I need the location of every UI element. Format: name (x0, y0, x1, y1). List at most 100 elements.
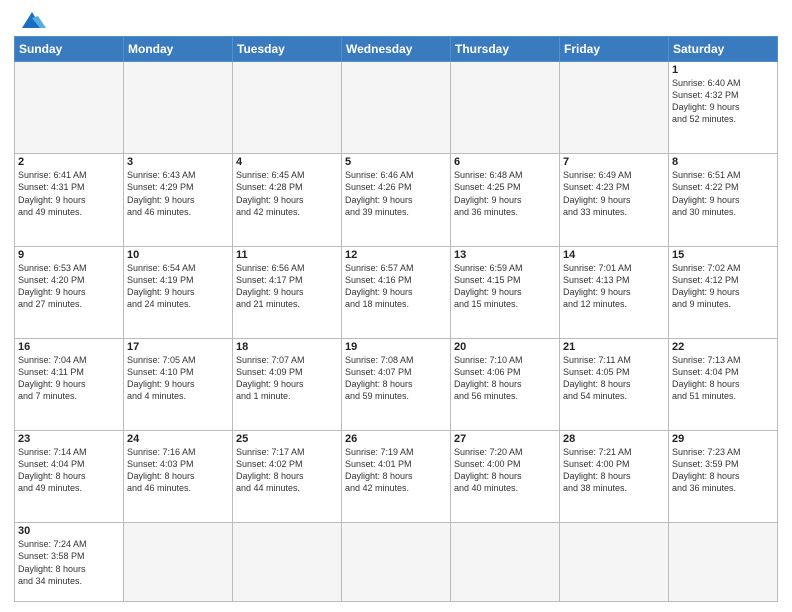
day-number: 14 (563, 249, 665, 261)
day-number: 7 (563, 156, 665, 168)
day-info: Sunrise: 7:05 AM Sunset: 4:10 PM Dayligh… (127, 354, 229, 403)
day-number: 25 (236, 433, 338, 445)
day-number: 15 (672, 249, 774, 261)
day-info: Sunrise: 6:49 AM Sunset: 4:23 PM Dayligh… (563, 169, 665, 218)
day-cell: 24Sunrise: 7:16 AM Sunset: 4:03 PM Dayli… (124, 431, 233, 523)
day-cell: 21Sunrise: 7:11 AM Sunset: 4:05 PM Dayli… (560, 338, 669, 430)
day-info: Sunrise: 6:41 AM Sunset: 4:31 PM Dayligh… (18, 169, 120, 218)
day-cell (669, 523, 778, 602)
day-number: 8 (672, 156, 774, 168)
day-number: 9 (18, 249, 120, 261)
day-info: Sunrise: 7:16 AM Sunset: 4:03 PM Dayligh… (127, 446, 229, 495)
day-number: 2 (18, 156, 120, 168)
day-cell: 1Sunrise: 6:40 AM Sunset: 4:32 PM Daylig… (669, 62, 778, 154)
day-cell: 6Sunrise: 6:48 AM Sunset: 4:25 PM Daylig… (451, 154, 560, 246)
day-info: Sunrise: 7:11 AM Sunset: 4:05 PM Dayligh… (563, 354, 665, 403)
day-info: Sunrise: 6:43 AM Sunset: 4:29 PM Dayligh… (127, 169, 229, 218)
day-number: 13 (454, 249, 556, 261)
day-info: Sunrise: 6:56 AM Sunset: 4:17 PM Dayligh… (236, 262, 338, 311)
day-info: Sunrise: 6:46 AM Sunset: 4:26 PM Dayligh… (345, 169, 447, 218)
day-number: 5 (345, 156, 447, 168)
day-number: 24 (127, 433, 229, 445)
day-number: 17 (127, 341, 229, 353)
day-info: Sunrise: 7:17 AM Sunset: 4:02 PM Dayligh… (236, 446, 338, 495)
day-cell: 29Sunrise: 7:23 AM Sunset: 3:59 PM Dayli… (669, 431, 778, 523)
day-number: 30 (18, 525, 120, 537)
day-number: 27 (454, 433, 556, 445)
day-cell: 10Sunrise: 6:54 AM Sunset: 4:19 PM Dayli… (124, 246, 233, 338)
day-cell (560, 62, 669, 154)
day-number: 4 (236, 156, 338, 168)
day-cell: 5Sunrise: 6:46 AM Sunset: 4:26 PM Daylig… (342, 154, 451, 246)
day-number: 28 (563, 433, 665, 445)
day-cell (342, 523, 451, 602)
day-number: 20 (454, 341, 556, 353)
day-cell: 15Sunrise: 7:02 AM Sunset: 4:12 PM Dayli… (669, 246, 778, 338)
day-cell: 28Sunrise: 7:21 AM Sunset: 4:00 PM Dayli… (560, 431, 669, 523)
day-info: Sunrise: 6:59 AM Sunset: 4:15 PM Dayligh… (454, 262, 556, 311)
day-number: 26 (345, 433, 447, 445)
week-row-1: 1Sunrise: 6:40 AM Sunset: 4:32 PM Daylig… (15, 62, 778, 154)
day-info: Sunrise: 6:48 AM Sunset: 4:25 PM Dayligh… (454, 169, 556, 218)
day-number: 21 (563, 341, 665, 353)
weekday-header-tuesday: Tuesday (233, 37, 342, 62)
day-cell: 23Sunrise: 7:14 AM Sunset: 4:04 PM Dayli… (15, 431, 124, 523)
day-cell: 19Sunrise: 7:08 AM Sunset: 4:07 PM Dayli… (342, 338, 451, 430)
weekday-header-row: SundayMondayTuesdayWednesdayThursdayFrid… (15, 37, 778, 62)
day-cell: 17Sunrise: 7:05 AM Sunset: 4:10 PM Dayli… (124, 338, 233, 430)
weekday-header-sunday: Sunday (15, 37, 124, 62)
day-cell: 2Sunrise: 6:41 AM Sunset: 4:31 PM Daylig… (15, 154, 124, 246)
day-cell (233, 62, 342, 154)
day-cell: 11Sunrise: 6:56 AM Sunset: 4:17 PM Dayli… (233, 246, 342, 338)
day-info: Sunrise: 6:57 AM Sunset: 4:16 PM Dayligh… (345, 262, 447, 311)
day-cell: 27Sunrise: 7:20 AM Sunset: 4:00 PM Dayli… (451, 431, 560, 523)
day-number: 16 (18, 341, 120, 353)
page: SundayMondayTuesdayWednesdayThursdayFrid… (0, 0, 792, 612)
day-cell: 16Sunrise: 7:04 AM Sunset: 4:11 PM Dayli… (15, 338, 124, 430)
day-info: Sunrise: 7:07 AM Sunset: 4:09 PM Dayligh… (236, 354, 338, 403)
day-info: Sunrise: 6:45 AM Sunset: 4:28 PM Dayligh… (236, 169, 338, 218)
day-cell: 22Sunrise: 7:13 AM Sunset: 4:04 PM Dayli… (669, 338, 778, 430)
week-row-4: 16Sunrise: 7:04 AM Sunset: 4:11 PM Dayli… (15, 338, 778, 430)
day-info: Sunrise: 6:51 AM Sunset: 4:22 PM Dayligh… (672, 169, 774, 218)
week-row-2: 2Sunrise: 6:41 AM Sunset: 4:31 PM Daylig… (15, 154, 778, 246)
day-info: Sunrise: 7:24 AM Sunset: 3:58 PM Dayligh… (18, 538, 120, 587)
day-number: 10 (127, 249, 229, 261)
day-info: Sunrise: 6:53 AM Sunset: 4:20 PM Dayligh… (18, 262, 120, 311)
day-number: 23 (18, 433, 120, 445)
day-info: Sunrise: 7:08 AM Sunset: 4:07 PM Dayligh… (345, 354, 447, 403)
day-cell (15, 62, 124, 154)
weekday-header-thursday: Thursday (451, 37, 560, 62)
day-number: 3 (127, 156, 229, 168)
day-info: Sunrise: 7:10 AM Sunset: 4:06 PM Dayligh… (454, 354, 556, 403)
header (14, 10, 778, 30)
day-cell: 12Sunrise: 6:57 AM Sunset: 4:16 PM Dayli… (342, 246, 451, 338)
day-cell: 13Sunrise: 6:59 AM Sunset: 4:15 PM Dayli… (451, 246, 560, 338)
day-cell (560, 523, 669, 602)
day-info: Sunrise: 7:13 AM Sunset: 4:04 PM Dayligh… (672, 354, 774, 403)
day-cell (233, 523, 342, 602)
day-info: Sunrise: 7:21 AM Sunset: 4:00 PM Dayligh… (563, 446, 665, 495)
day-number: 18 (236, 341, 338, 353)
day-cell: 25Sunrise: 7:17 AM Sunset: 4:02 PM Dayli… (233, 431, 342, 523)
day-number: 22 (672, 341, 774, 353)
weekday-header-wednesday: Wednesday (342, 37, 451, 62)
day-cell: 20Sunrise: 7:10 AM Sunset: 4:06 PM Dayli… (451, 338, 560, 430)
day-cell: 18Sunrise: 7:07 AM Sunset: 4:09 PM Dayli… (233, 338, 342, 430)
day-cell: 4Sunrise: 6:45 AM Sunset: 4:28 PM Daylig… (233, 154, 342, 246)
day-number: 29 (672, 433, 774, 445)
day-cell: 8Sunrise: 6:51 AM Sunset: 4:22 PM Daylig… (669, 154, 778, 246)
day-cell (124, 62, 233, 154)
day-cell (451, 62, 560, 154)
day-number: 11 (236, 249, 338, 261)
day-number: 12 (345, 249, 447, 261)
day-cell: 3Sunrise: 6:43 AM Sunset: 4:29 PM Daylig… (124, 154, 233, 246)
day-cell: 9Sunrise: 6:53 AM Sunset: 4:20 PM Daylig… (15, 246, 124, 338)
logo (14, 10, 46, 30)
day-cell: 26Sunrise: 7:19 AM Sunset: 4:01 PM Dayli… (342, 431, 451, 523)
day-info: Sunrise: 6:40 AM Sunset: 4:32 PM Dayligh… (672, 77, 774, 126)
day-cell (451, 523, 560, 602)
day-info: Sunrise: 7:20 AM Sunset: 4:00 PM Dayligh… (454, 446, 556, 495)
weekday-header-friday: Friday (560, 37, 669, 62)
day-cell: 7Sunrise: 6:49 AM Sunset: 4:23 PM Daylig… (560, 154, 669, 246)
